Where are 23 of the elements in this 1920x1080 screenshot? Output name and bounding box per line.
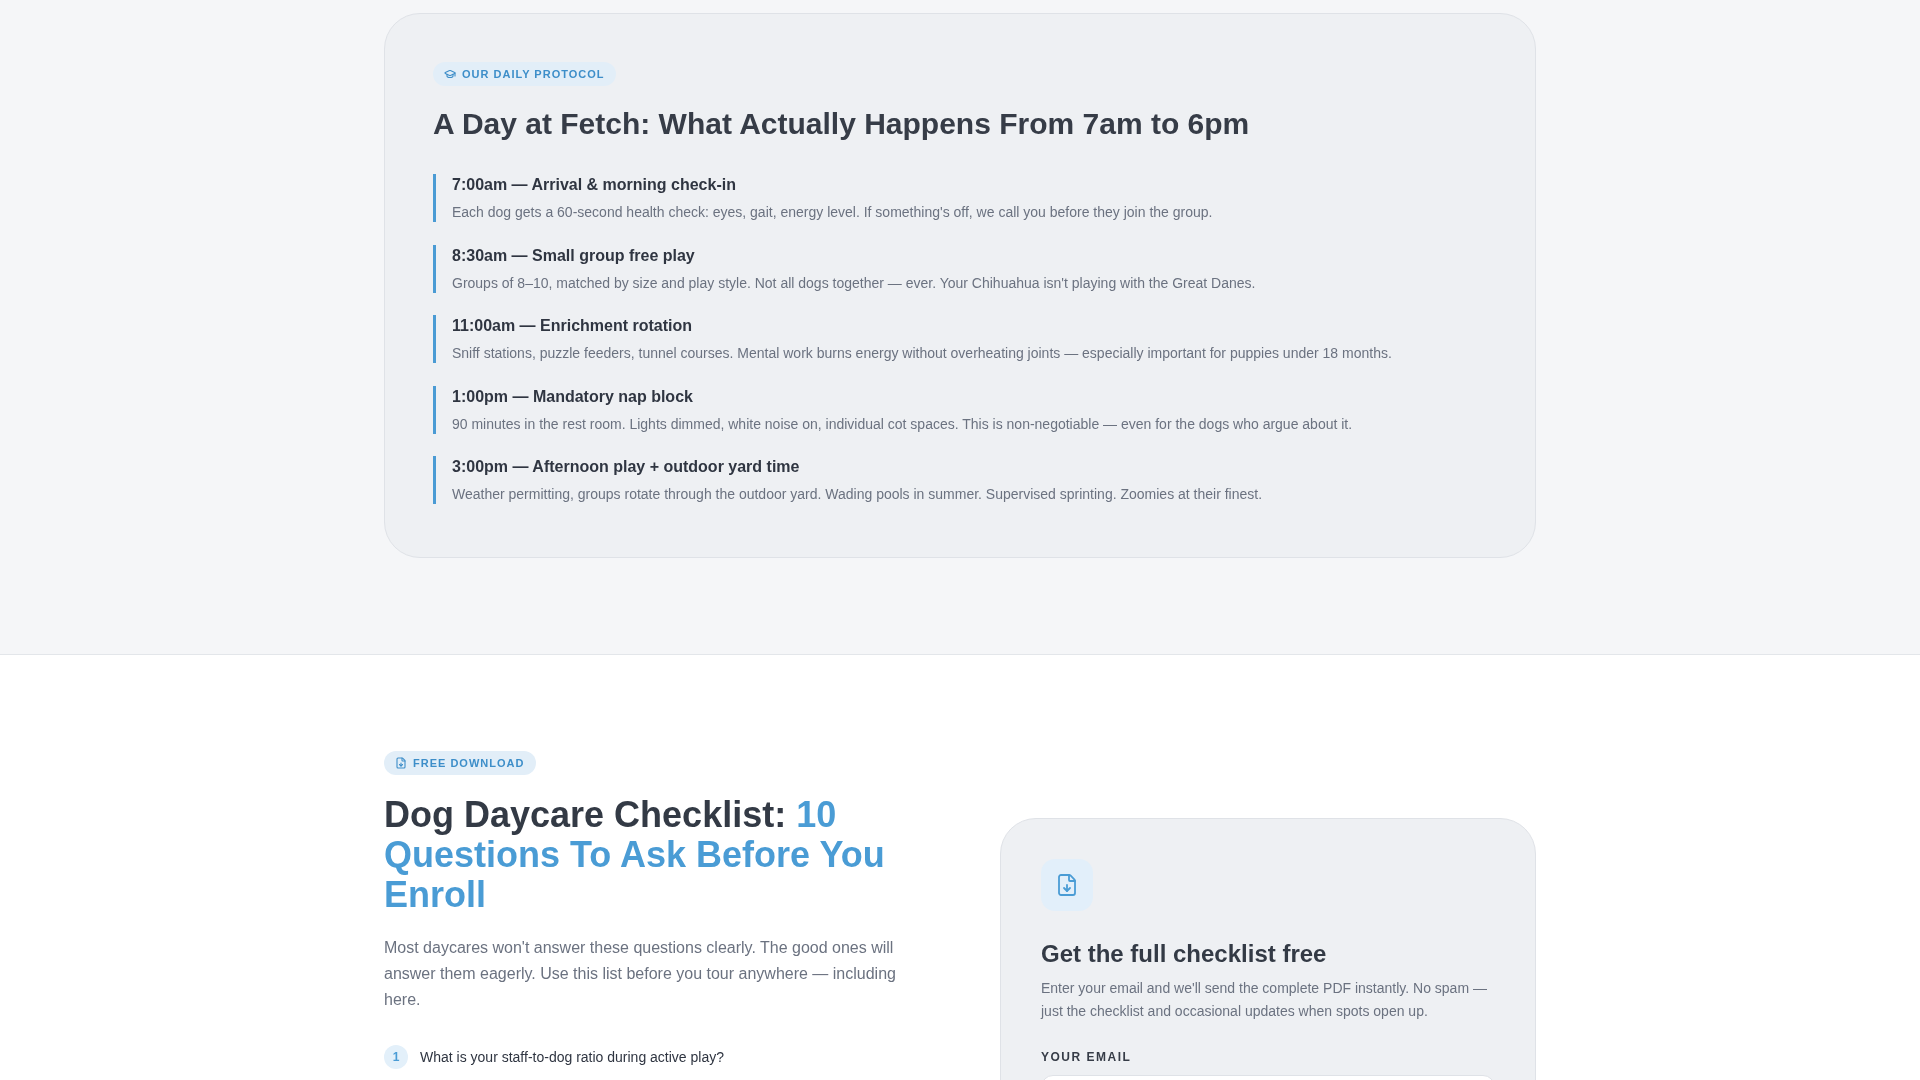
schedule-description: Weather permitting, groups rotate through the outdoor yard. Wading pools in summer. Supervised sprinting. Zoomies at their finest.	[452, 485, 1264, 504]
schedule-description: 90 minutes in the rest room. Lights dimmed, white noise on, individual cot spaces. This is non-negotiable — even for the dogs who argue about it.	[452, 414, 1354, 434]
checklist-title: Dog Daycare Checklist: 10 Questions To Ask Before You Enroll	[384, 795, 886, 915]
checklist-intro: Most daycares won't answer these questions clearly. The good ones will answer them eagerly. Use this list before you tour anywhere — including here.	[384, 938, 897, 1010]
schedule-heading: 11:00am — Enrichment rotation	[452, 316, 694, 336]
schedule-description: Groups of 8–10, matched by size and play style. Not all dogs together — ever. Your Chihuahua isn't playing with the Great Danes.	[452, 273, 1257, 293]
schedule-description: Each dog gets a 60-second health check: eyes, gait, energy level. If something's off, we call you before they join the group.	[452, 203, 1214, 222]
schedule-heading: 8:30am — Small group free play	[452, 245, 696, 266]
schedule-heading: 3:00pm — Afternoon play + outdoor yard time	[452, 457, 801, 477]
graduation-cap-icon	[444, 68, 456, 80]
signup-title: Get the full checklist free	[1041, 939, 1328, 969]
signup-description: Enter your email and we'll send the complete PDF instantly. No spam — just the checklist and occasional updates when spots open up.	[1041, 979, 1488, 1021]
schedule-description: Sniff stations, puzzle feeders, tunnel courses. Mental work burns energy without overheating joints — especially important for puppies under 18 months.	[452, 344, 1393, 363]
schedule-heading: 7:00am — Arrival & morning check-in	[452, 175, 737, 195]
question-text: What is your staff-to-dog ratio during active play?	[420, 1048, 724, 1067]
file-download-icon	[1041, 859, 1093, 911]
email-label: YOUR EMAIL	[1041, 1049, 1133, 1065]
section-tag-label: FREE DOWNLOAD	[413, 756, 525, 770]
question-number: 1	[384, 1045, 408, 1069]
section-title: A Day at Fetch: What Actually Happens From 7am to 6pm	[433, 106, 1251, 142]
file-download-icon	[395, 757, 407, 769]
schedule-heading: 1:00pm — Mandatory nap block	[452, 386, 694, 407]
section-tag-label: OUR DAILY PROTOCOL	[462, 67, 605, 81]
